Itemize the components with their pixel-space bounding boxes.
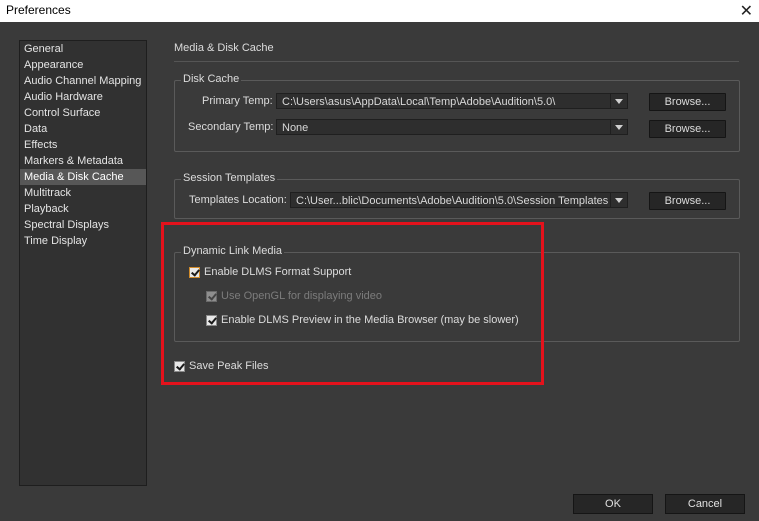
- session-templates-label: Session Templates: [181, 172, 278, 184]
- preferences-sidebar: General Appearance Audio Channel Mapping…: [19, 40, 147, 486]
- disk-cache-label: Disk Cache: [181, 73, 242, 85]
- section-divider: [174, 61, 739, 62]
- templates-location-label: Templates Location:: [189, 194, 287, 206]
- sidebar-item-markers-metadata[interactable]: Markers & Metadata: [20, 153, 146, 169]
- section-title: Media & Disk Cache: [174, 42, 274, 54]
- sidebar-item-general[interactable]: General: [20, 41, 146, 57]
- red-highlight-box: [161, 222, 544, 385]
- disk-cache-group: [174, 80, 740, 152]
- sidebar-item-multitrack[interactable]: Multitrack: [20, 185, 146, 201]
- templates-browse-button[interactable]: Browse...: [649, 192, 726, 210]
- chevron-down-icon: [610, 120, 627, 134]
- sidebar-item-audio-hardware[interactable]: Audio Hardware: [20, 89, 146, 105]
- sidebar-item-appearance[interactable]: Appearance: [20, 57, 146, 73]
- window-title: Preferences: [6, 3, 71, 17]
- primary-browse-button[interactable]: Browse...: [649, 93, 726, 111]
- secondary-temp-value: None: [282, 122, 309, 134]
- title-bar: Preferences ✕: [0, 0, 759, 22]
- templates-location-value: C:\User...blic\Documents\Adobe\Audition\…: [296, 195, 609, 207]
- ok-button[interactable]: OK: [573, 494, 653, 514]
- sidebar-item-control-surface[interactable]: Control Surface: [20, 105, 146, 121]
- primary-temp-label: Primary Temp:: [202, 95, 273, 107]
- secondary-temp-dropdown[interactable]: None: [276, 119, 628, 135]
- close-icon[interactable]: ✕: [740, 1, 753, 21]
- sidebar-item-data[interactable]: Data: [20, 121, 146, 137]
- sidebar-item-media-disk-cache[interactable]: Media & Disk Cache: [20, 169, 146, 185]
- sidebar-item-time-display[interactable]: Time Display: [20, 233, 146, 249]
- chevron-down-icon: [610, 193, 627, 207]
- cancel-button[interactable]: Cancel: [665, 494, 745, 514]
- sidebar-item-playback[interactable]: Playback: [20, 201, 146, 217]
- primary-temp-dropdown[interactable]: C:\Users\asus\AppData\Local\Temp\Adobe\A…: [276, 93, 628, 109]
- secondary-browse-button[interactable]: Browse...: [649, 120, 726, 138]
- sidebar-item-audio-channel-mapping[interactable]: Audio Channel Mapping: [20, 73, 146, 89]
- sidebar-item-effects[interactable]: Effects: [20, 137, 146, 153]
- primary-temp-value: C:\Users\asus\AppData\Local\Temp\Adobe\A…: [282, 96, 556, 108]
- sidebar-item-spectral-displays[interactable]: Spectral Displays: [20, 217, 146, 233]
- templates-location-dropdown[interactable]: C:\User...blic\Documents\Adobe\Audition\…: [290, 192, 628, 208]
- chevron-down-icon: [610, 94, 627, 108]
- secondary-temp-label: Secondary Temp:: [188, 121, 274, 133]
